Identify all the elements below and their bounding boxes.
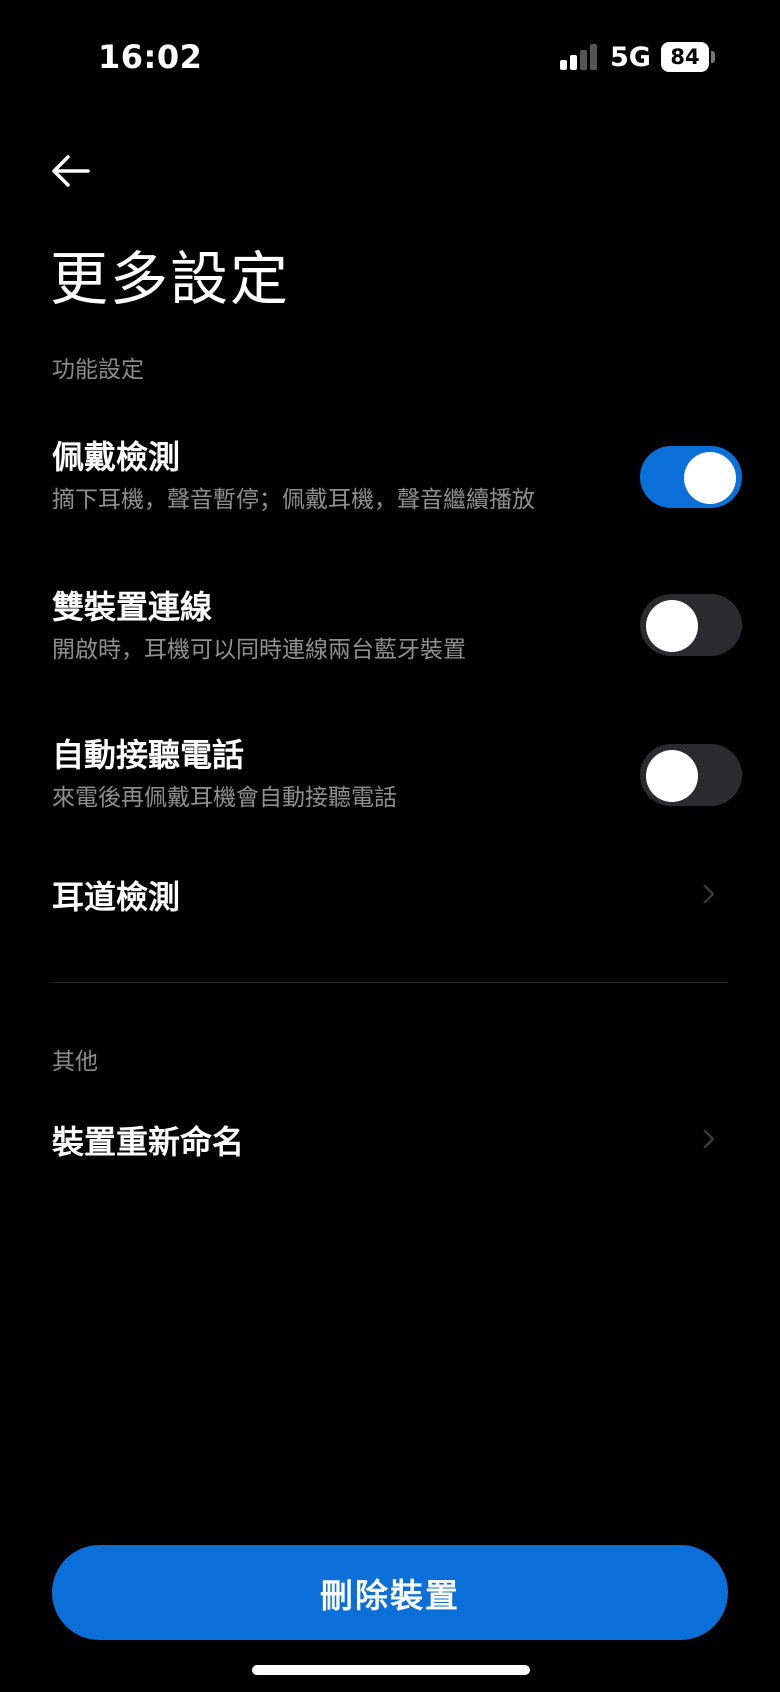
setting-title: 裝置重新命名: [52, 1123, 245, 1161]
battery-level: 84: [670, 45, 700, 69]
setting-title: 雙裝置連線: [52, 588, 213, 626]
home-indicator[interactable]: [252, 1665, 530, 1675]
network-type: 5G: [610, 42, 651, 73]
setting-description: 開啟時，耳機可以同時連線兩台藍牙裝置: [52, 637, 466, 663]
status-bar: 16:02 5G 84: [0, 0, 780, 120]
chevron-right-icon: [703, 1129, 715, 1149]
back-button[interactable]: [46, 150, 96, 192]
setting-row-ear-tip-test[interactable]: 耳道檢測: [0, 860, 780, 940]
setting-row-wear-detection[interactable]: 佩戴檢測 摘下耳機，聲音暫停；佩戴耳機，聲音繼續播放: [0, 420, 780, 540]
setting-description: 來電後再佩戴耳機會自動接聽電話: [52, 785, 397, 811]
setting-title: 自動接聽電話: [52, 736, 245, 774]
toggle-knob: [646, 750, 698, 802]
chevron-right-icon: [703, 884, 715, 904]
arrow-left-icon: [52, 155, 90, 187]
status-time: 16:02: [98, 38, 203, 76]
toggle-knob: [684, 452, 736, 504]
section-divider: [52, 982, 728, 983]
toggle-knob: [646, 600, 698, 652]
setting-row-auto-answer[interactable]: 自動接聽電話 來電後再佩戴耳機會自動接聽電話: [0, 718, 780, 838]
battery-icon: 84: [661, 42, 709, 72]
page-title: 更多設定: [50, 245, 291, 313]
wear-detection-toggle[interactable]: [640, 446, 742, 508]
setting-description: 摘下耳機，聲音暫停；佩戴耳機，聲音繼續播放: [52, 487, 535, 513]
section-header-features: 功能設定: [52, 357, 144, 383]
setting-row-rename-device[interactable]: 裝置重新命名: [0, 1105, 780, 1185]
auto-answer-toggle[interactable]: [640, 744, 742, 806]
delete-device-button[interactable]: 刪除裝置: [52, 1545, 728, 1640]
dual-connection-toggle[interactable]: [640, 594, 742, 656]
section-header-other: 其他: [52, 1049, 98, 1075]
battery-tip: [711, 51, 715, 63]
setting-title: 佩戴檢測: [52, 438, 181, 476]
setting-row-dual-connection[interactable]: 雙裝置連線 開啟時，耳機可以同時連線兩台藍牙裝置: [0, 570, 780, 690]
cellular-signal-icon: [560, 44, 598, 70]
setting-title: 耳道檢測: [52, 878, 181, 916]
